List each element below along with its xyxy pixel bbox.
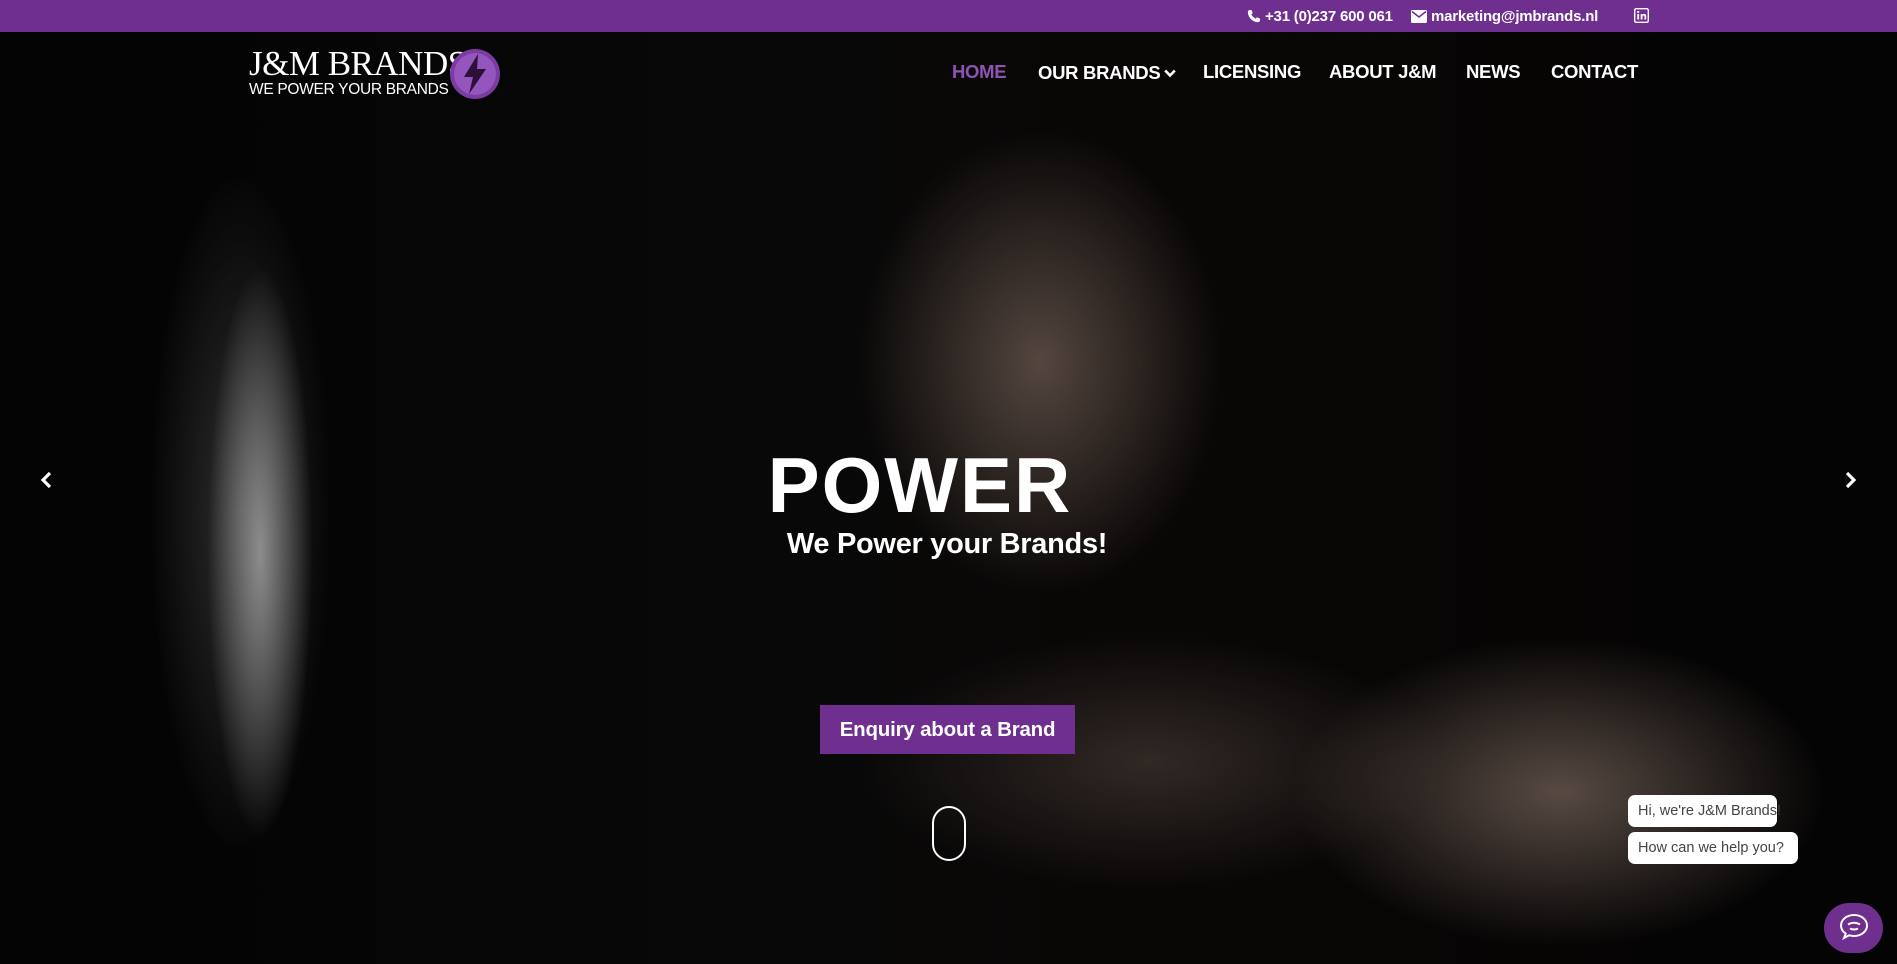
envelope-icon	[1411, 9, 1427, 23]
email-link[interactable]: marketing@jmbrands.nl	[1411, 0, 1598, 32]
nav-about[interactable]: ABOUT J&M	[1329, 61, 1437, 83]
nav-news[interactable]: NEWS	[1466, 61, 1521, 83]
enquiry-button[interactable]: Enquiry about a Brand	[820, 705, 1075, 754]
slider-next-button[interactable]	[1839, 470, 1863, 494]
nav-our-brands[interactable]: OUR BRANDS	[1038, 61, 1177, 84]
nav-licensing[interactable]: LICENSING	[1203, 61, 1301, 83]
linkedin-icon[interactable]	[1634, 8, 1649, 23]
mouse-scroll-icon[interactable]	[932, 806, 966, 861]
chat-launcher-button[interactable]	[1824, 903, 1883, 953]
phone-number: +31 (0)237 600 061	[1265, 7, 1393, 25]
phone-icon	[1246, 9, 1261, 24]
email-address: marketing@jmbrands.nl	[1431, 7, 1599, 25]
chat-greeting-bubble[interactable]: Hi, we're J&M Brands!	[1628, 795, 1781, 827]
chevron-right-icon	[1845, 471, 1857, 494]
chat-icon	[1838, 912, 1870, 945]
chat-prompt-bubble[interactable]: How can we help you?	[1628, 832, 1798, 864]
main-navigation: HOME OUR BRANDS LICENSING ABOUT J&M NEWS…	[0, 56, 1897, 88]
nav-home[interactable]: HOME	[952, 61, 1007, 83]
chevron-down-icon	[1164, 61, 1177, 83]
nav-our-brands-label: OUR BRANDS	[1038, 62, 1161, 83]
top-contact-bar: +31 (0)237 600 061 marketing@jmbrands.nl	[0, 0, 1897, 32]
hero-title: POWER	[767, 441, 1073, 529]
phone-link[interactable]: +31 (0)237 600 061	[1246, 0, 1393, 32]
nav-contact[interactable]: CONTACT	[1551, 61, 1638, 83]
hero-subtitle: We Power your Brands!	[786, 528, 1108, 560]
